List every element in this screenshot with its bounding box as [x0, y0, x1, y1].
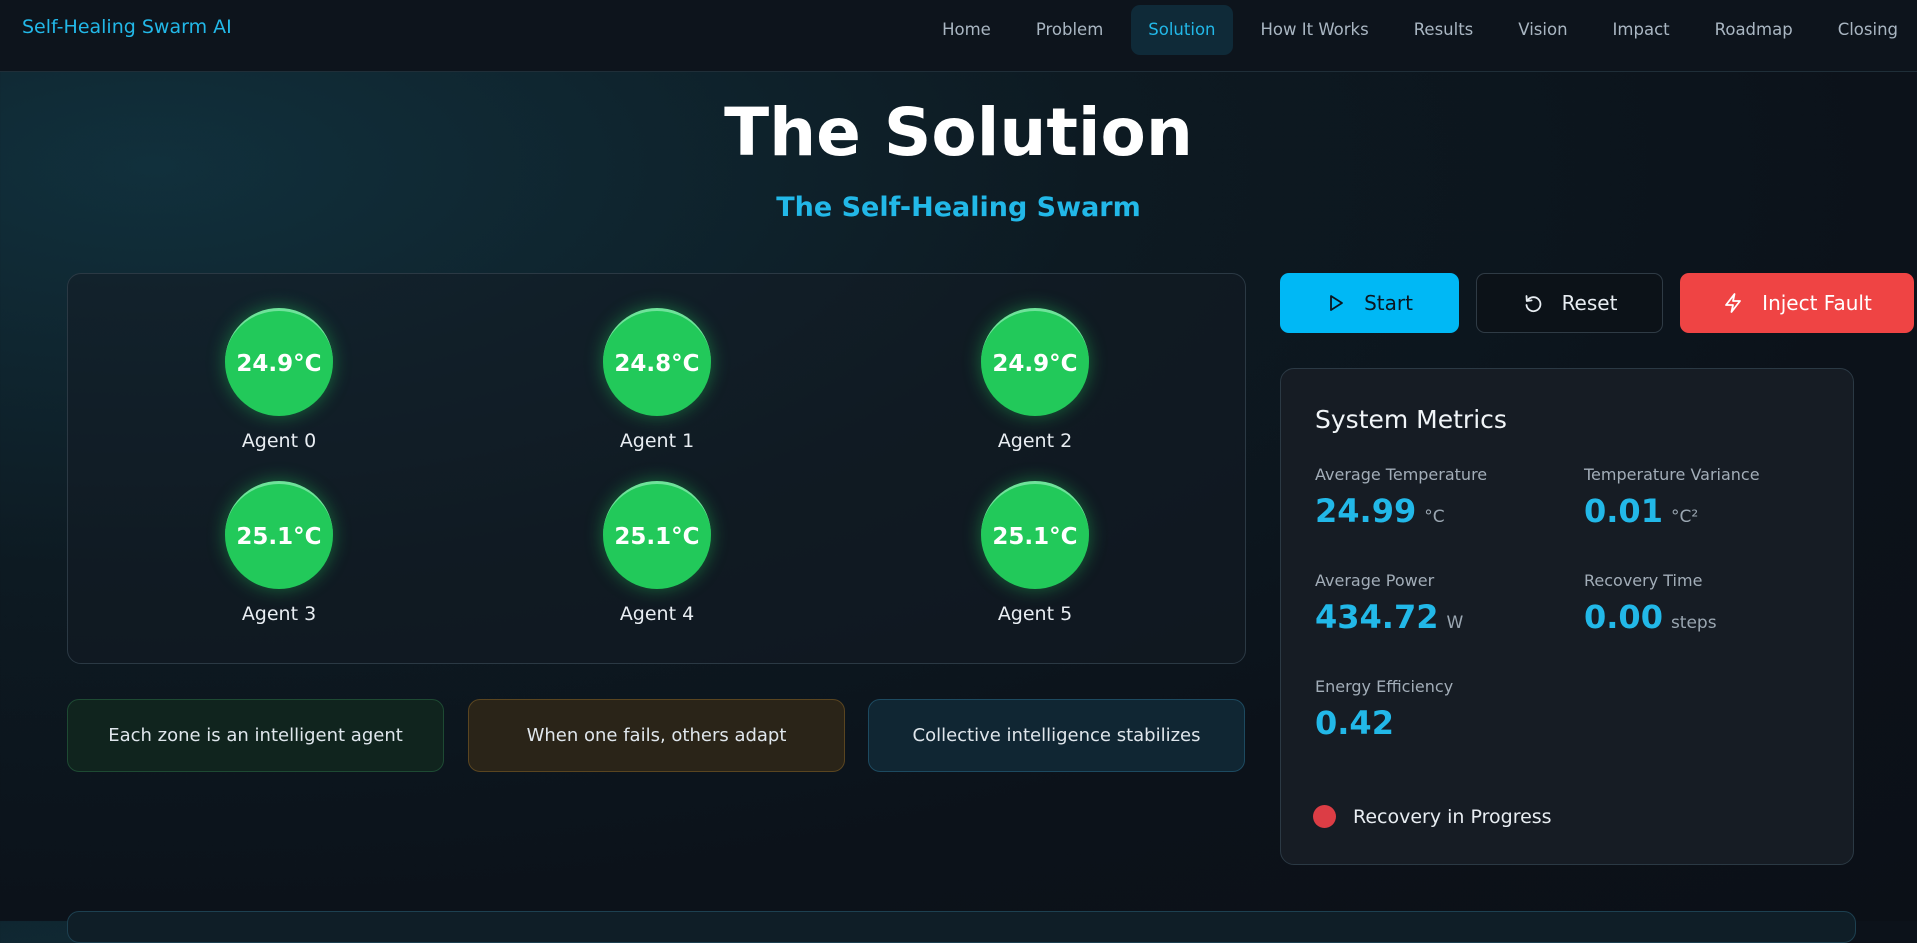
system-metrics-panel: System Metrics Average Temperature 24.99… [1280, 368, 1854, 865]
nav-link-how-it-works[interactable]: How It Works [1244, 5, 1386, 55]
start-button-label: Start [1364, 291, 1413, 315]
feature-card-others-adapt: When one fails, others adapt [468, 699, 845, 772]
agent-3[interactable]: 25.1°C Agent 3 [189, 481, 369, 625]
metric-label: Average Power [1315, 571, 1435, 590]
metric-label: Recovery Time [1584, 571, 1703, 590]
agent-label: Agent 2 [997, 430, 1073, 452]
nav-links: Home Problem Solution How It Works Resul… [914, 5, 1917, 55]
agent-label: Agent 1 [619, 430, 695, 452]
page-subtitle: The Self-Healing Swarm [776, 192, 1141, 223]
lightning-icon [1725, 293, 1742, 313]
metric-label: Average Temperature [1315, 465, 1488, 484]
reset-button[interactable]: Reset [1476, 273, 1663, 333]
feature-card-intelligent-agent: Each zone is an intelligent agent [67, 699, 444, 772]
inject-fault-button[interactable]: Inject Fault [1680, 273, 1914, 333]
nav-link-impact[interactable]: Impact [1596, 5, 1687, 55]
metric-average-power: Average Power 434.72 W [1315, 571, 1463, 636]
next-section-panel [67, 911, 1856, 943]
nav-link-solution[interactable]: Solution [1131, 5, 1233, 55]
metric-recovery-time: Recovery Time 0.00 steps [1584, 571, 1717, 636]
top-navbar: Self-Healing Swarm AI Home Problem Solut… [0, 0, 1917, 72]
metric-value: 0.00 [1584, 598, 1663, 636]
metrics-title: System Metrics [1315, 405, 1507, 434]
agent-temperature-circle: 25.1°C [225, 481, 333, 589]
nav-link-vision[interactable]: Vision [1501, 5, 1584, 55]
agent-label: Agent 4 [619, 603, 695, 625]
metric-value: 24.99 [1315, 492, 1417, 530]
inject-fault-button-label: Inject Fault [1762, 291, 1872, 315]
feature-card-collective-intelligence: Collective intelligence stabilizes [868, 699, 1245, 772]
agent-1[interactable]: 24.8°C Agent 1 [567, 308, 747, 452]
metric-unit: steps [1670, 613, 1717, 633]
agent-label: Agent 3 [241, 603, 317, 625]
nav-link-closing[interactable]: Closing [1821, 5, 1915, 55]
agent-2[interactable]: 24.9°C Agent 2 [945, 308, 1125, 452]
start-button[interactable]: Start [1280, 273, 1459, 333]
metric-average-temperature: Average Temperature 24.99 °C [1315, 465, 1487, 530]
metric-value: 0.42 [1315, 704, 1394, 742]
metric-temperature-variance: Temperature Variance 0.01 °C² [1584, 465, 1760, 530]
agent-5[interactable]: 25.1°C Agent 5 [945, 481, 1125, 625]
status-indicator-dot [1313, 805, 1336, 828]
nav-link-problem[interactable]: Problem [1019, 5, 1120, 55]
reset-button-label: Reset [1561, 291, 1618, 315]
agent-temperature-circle: 24.8°C [603, 308, 711, 416]
agent-temperature-circle: 24.9°C [981, 308, 1089, 416]
status-text: Recovery in Progress [1353, 805, 1552, 828]
play-icon [1330, 295, 1343, 311]
agent-4[interactable]: 25.1°C Agent 4 [567, 481, 747, 625]
metric-unit: W [1446, 613, 1464, 633]
reset-icon [1525, 295, 1541, 313]
agent-temperature-circle: 25.1°C [981, 481, 1089, 589]
nav-link-roadmap[interactable]: Roadmap [1698, 5, 1810, 55]
agent-0[interactable]: 24.9°C Agent 0 [189, 308, 369, 452]
agent-temperature-circle: 25.1°C [603, 481, 711, 589]
page-title: The Solution [724, 94, 1193, 171]
metric-value: 434.72 [1315, 598, 1439, 636]
nav-link-results[interactable]: Results [1397, 5, 1491, 55]
agent-temperature-circle: 24.9°C [225, 308, 333, 416]
metric-label: Temperature Variance [1584, 465, 1760, 484]
metric-unit: °C [1424, 507, 1445, 527]
nav-link-home[interactable]: Home [925, 5, 1008, 55]
metric-energy-efficiency: Energy Efficiency 0.42 [1315, 677, 1453, 742]
brand-logo[interactable]: Self-Healing Swarm AI [22, 16, 232, 38]
agent-label: Agent 0 [241, 430, 317, 452]
metric-label: Energy Efficiency [1315, 677, 1454, 696]
metric-value: 0.01 [1584, 492, 1663, 530]
agent-label: Agent 5 [997, 603, 1073, 625]
recovery-status: Recovery in Progress [1313, 805, 1552, 828]
agents-panel: 24.9°C Agent 0 24.8°C Agent 1 24.9°C Age… [67, 273, 1246, 664]
metric-unit: °C² [1670, 507, 1699, 527]
